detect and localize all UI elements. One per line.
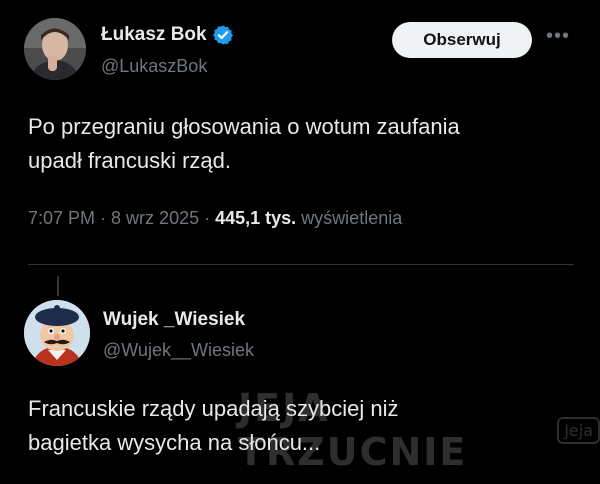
tweet-text-line: Po przegraniu głosowania o wotum zaufani… (28, 114, 460, 139)
views-count[interactable]: 445,1 tys. (215, 208, 296, 228)
tweet-divider (28, 264, 574, 265)
reply-text-line: Francuskie rządy upadają szybciej niż (28, 396, 399, 421)
views-label: wyświetlenia (301, 208, 403, 228)
main-tweet: Łukasz Bok @LukaszBok Obserwuj ••• Po pr… (0, 0, 600, 260)
tweet-time[interactable]: 7:07 PM (28, 208, 95, 228)
reply-author-avatar[interactable] (24, 300, 90, 366)
user-photo-avatar-icon (24, 18, 86, 80)
meta-separator: · (204, 208, 211, 228)
tweet-text-line: upadł francuski rząd. (28, 148, 231, 173)
author-display-name[interactable]: Łukasz Bok (101, 24, 207, 46)
author-avatar[interactable] (24, 18, 86, 80)
follow-button[interactable]: Obserwuj (392, 22, 532, 58)
cartoon-man-beret-avatar-icon (24, 300, 90, 366)
reply-text-line: bagietka wysycha na słońcu... (28, 430, 321, 455)
meta-separator: · (100, 208, 107, 228)
reply-author-name[interactable]: Wujek _Wiesiek (103, 309, 245, 331)
verified-badge-icon (212, 25, 233, 45)
reply-text: Francuskie rządy upadają szybciej niż ba… (28, 392, 573, 460)
reply-author-handle[interactable]: @Wujek__Wiesiek (103, 340, 254, 361)
author-name-row: Łukasz Bok (101, 24, 234, 46)
more-dots-icon[interactable]: ••• (543, 26, 573, 50)
author-handle[interactable]: @LukaszBok (101, 56, 207, 77)
tweet-date[interactable]: 8 wrz 2025 (111, 208, 199, 228)
thread-connector-line (57, 276, 59, 296)
tweet-text: Po przegraniu głosowania o wotum zaufani… (28, 110, 573, 178)
tweet-meta: 7:07 PM · 8 wrz 2025 · 445,1 tys. wyświetlen… (28, 208, 402, 229)
